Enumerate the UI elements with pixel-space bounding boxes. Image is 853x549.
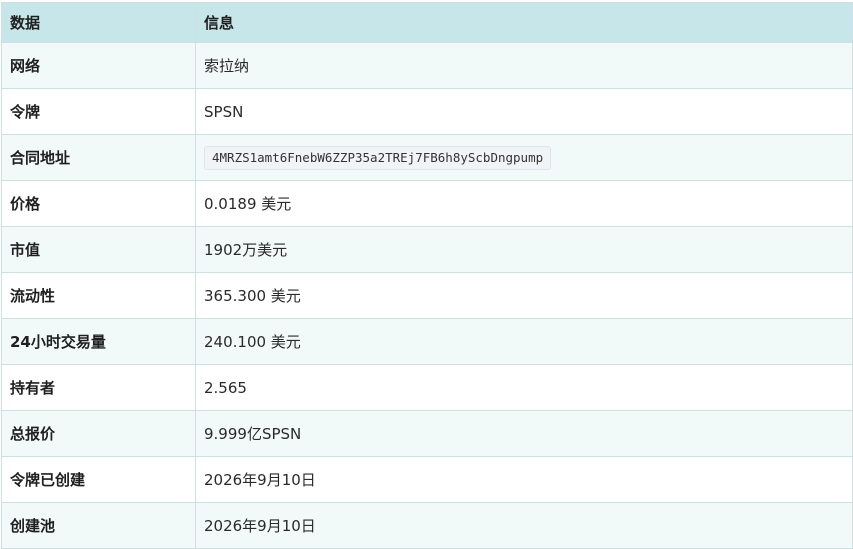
row-key: 24小时交易量: [1, 318, 196, 365]
row-key: 总报价: [1, 410, 196, 457]
row-value: SPSN: [195, 88, 853, 135]
table-row-holders: 持有者 2.565: [1, 364, 853, 411]
table-row-token: 令牌 SPSN: [1, 88, 853, 135]
table-row-token-created: 令牌已创建 2026年9月10日: [1, 456, 853, 503]
table-row-24h-volume: 24小时交易量 240.100 美元: [1, 318, 853, 365]
row-key: 网络: [1, 42, 196, 89]
row-key: 持有者: [1, 364, 196, 411]
row-key: 价格: [1, 180, 196, 227]
token-info-table: 数据 信息 网络 索拉纳 令牌 SPSN 合同地址 4MRZS1amt6Fneb…: [1, 2, 853, 549]
table-row-market-cap: 市值 1902万美元: [1, 226, 853, 273]
table-row-contract-address: 合同地址 4MRZS1amt6FnebW6ZZP35a2TREj7FB6h8yS…: [1, 134, 853, 181]
row-key: 合同地址: [1, 134, 196, 181]
row-value: 1902万美元: [195, 226, 853, 273]
row-value: 240.100 美元: [195, 318, 853, 365]
row-key: 流动性: [1, 272, 196, 319]
row-key: 创建池: [1, 502, 196, 549]
table-row-price: 价格 0.0189 美元: [1, 180, 853, 227]
row-value: 2026年9月10日: [195, 502, 853, 549]
contract-address-code[interactable]: 4MRZS1amt6FnebW6ZZP35a2TREj7FB6h8yScbDng…: [204, 145, 552, 170]
row-value: 9.999亿SPSN: [195, 410, 853, 457]
row-value: 索拉纳: [195, 42, 853, 89]
row-value: 365.300 美元: [195, 272, 853, 319]
header-key-cell: 数据: [1, 2, 196, 43]
table-row-pool-created: 创建池 2026年9月10日: [1, 502, 853, 549]
table-body: 网络 索拉纳 令牌 SPSN 合同地址 4MRZS1amt6FnebW6ZZP3…: [1, 42, 853, 549]
row-value: 2.565: [195, 364, 853, 411]
row-key: 令牌已创建: [1, 456, 196, 503]
table-row-network: 网络 索拉纳: [1, 42, 853, 89]
row-value-cell: 4MRZS1amt6FnebW6ZZP35a2TREj7FB6h8yScbDng…: [195, 134, 853, 181]
table-row-liquidity: 流动性 365.300 美元: [1, 272, 853, 319]
table-header: 数据 信息: [1, 2, 853, 43]
row-value: 2026年9月10日: [195, 456, 853, 503]
row-value: 0.0189 美元: [195, 180, 853, 227]
table-header-row: 数据 信息: [1, 2, 853, 43]
row-key: 市值: [1, 226, 196, 273]
row-key: 令牌: [1, 88, 196, 135]
table-row-total-supply: 总报价 9.999亿SPSN: [1, 410, 853, 457]
header-value-cell: 信息: [195, 2, 853, 43]
